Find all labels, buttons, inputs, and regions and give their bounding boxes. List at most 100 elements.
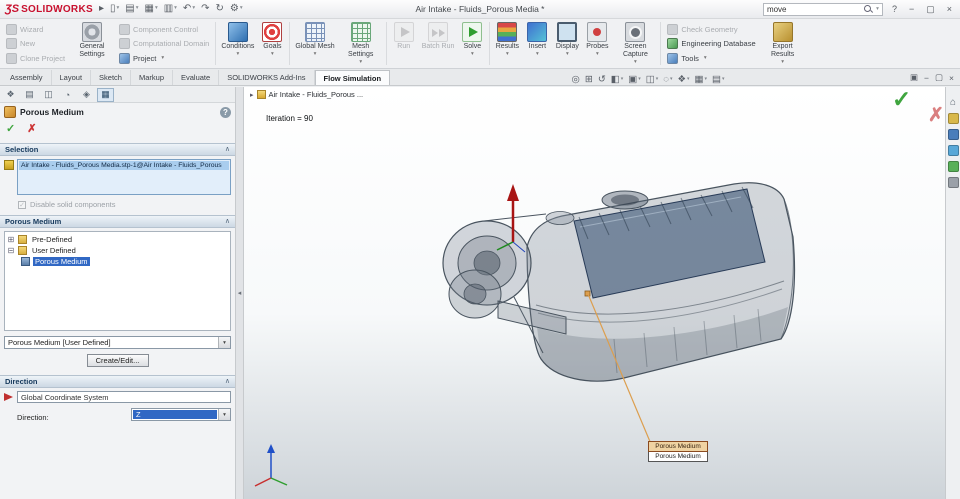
tab-flow-simulation[interactable]: Flow Simulation (315, 70, 391, 85)
selection-listbox[interactable]: Air Intake - Fluids_Porous Media.stp-1@A… (17, 159, 231, 195)
ribbon-item-computational-domain[interactable]: Computational Domain (119, 37, 209, 51)
search-input[interactable] (767, 5, 860, 14)
tree-item-user-defined[interactable]: User Defined (7, 245, 228, 256)
graphics-viewport[interactable]: Air Intake - Fluids_Porous ... Iteration… (244, 87, 945, 499)
selection-list-item[interactable]: Air Intake - Fluids_Porous Media.stp-1@A… (19, 161, 229, 170)
confirm-ok-button[interactable] (892, 87, 911, 112)
expand-icon[interactable] (7, 236, 15, 244)
breadcrumb[interactable]: Air Intake - Fluids_Porous ... (250, 90, 363, 99)
ribbon-item-engineering-database[interactable]: Engineering Database (667, 37, 755, 51)
search-chevron-icon[interactable]: ▾ (876, 6, 879, 12)
zoom-fit-icon[interactable] (572, 75, 580, 85)
menu-expand-icon[interactable] (99, 4, 104, 14)
undo-button[interactable]: ▾ (183, 4, 195, 14)
chevron-down-icon[interactable] (218, 337, 230, 348)
leader-anchor[interactable] (585, 291, 590, 296)
ribbon-item-wizard[interactable]: Wizard (6, 22, 65, 36)
search-icon[interactable] (863, 4, 873, 14)
custom-properties-icon[interactable] (948, 177, 959, 188)
tab-layout[interactable]: Layout (52, 70, 92, 85)
design-library-icon[interactable] (948, 113, 959, 124)
display-style-icon[interactable] (646, 75, 655, 85)
feature-manager-tab[interactable]: ❖ (2, 88, 19, 102)
tab-solidworks-add-ins[interactable]: SOLIDWORKS Add-Ins (219, 70, 314, 85)
ribbon-button-mesh-settings[interactable]: Mesh Settings▾ (338, 20, 384, 67)
ribbon-button-global-mesh[interactable]: Global Mesh▾ (292, 20, 337, 67)
callout-row-selected[interactable]: Porous Medium (648, 441, 708, 452)
file-explorer-icon[interactable] (948, 129, 959, 140)
chevron-down-icon[interactable]: ▾ (634, 59, 637, 66)
chevron-down-icon[interactable]: ▾ (566, 51, 569, 58)
tab-markup[interactable]: Markup (131, 70, 173, 85)
ribbon-item-clone-project[interactable]: Clone Project (6, 51, 65, 65)
options-button[interactable]: ▾ (230, 4, 243, 14)
callout-row[interactable]: Porous Medium (648, 452, 708, 462)
tree-item-porous-medium[interactable]: Porous Medium (7, 256, 228, 267)
ribbon-button-run[interactable]: Run (389, 20, 419, 67)
help-button[interactable]: ? (889, 5, 900, 14)
collapse-chevron-icon[interactable] (225, 218, 230, 225)
direction-section-header[interactable]: Direction (0, 375, 235, 388)
chevron-down-icon[interactable]: ▾ (596, 51, 599, 58)
chevron-down-icon[interactable]: ▾ (536, 51, 539, 58)
chevron-down-icon[interactable] (218, 409, 230, 420)
collapse-icon[interactable] (7, 247, 15, 255)
tab-assembly[interactable]: Assembly (2, 70, 52, 85)
ribbon-item-component-control[interactable]: Component Control (119, 22, 209, 36)
restore-button[interactable]: ▢ (923, 5, 938, 14)
tree-item-pre-defined[interactable]: Pre-Defined (7, 234, 228, 245)
apply-scene-icon[interactable] (695, 75, 704, 85)
ribbon-button-conditions[interactable]: Conditions▾ (218, 20, 257, 67)
section-view-icon[interactable] (611, 75, 620, 85)
ribbon-button-batch-run[interactable]: Batch Run (419, 20, 458, 67)
document-minimize-icon[interactable]: − (924, 73, 929, 83)
document-restore-icon[interactable]: ▢ (935, 72, 943, 83)
cancel-button[interactable] (27, 124, 36, 135)
minimize-button[interactable]: − (906, 5, 917, 14)
chevron-down-icon[interactable]: ▾ (314, 51, 317, 58)
ribbon-button-probes[interactable]: Probes▾ (582, 20, 612, 67)
porous-medium-tree[interactable]: Pre-Defined User Defined Porous Medium (4, 231, 231, 331)
display-manager-tab[interactable]: ◈ (78, 88, 95, 102)
print-button[interactable]: ▾ (164, 4, 177, 14)
coordinate-system-field[interactable]: Global Coordinate System (17, 391, 231, 403)
disable-solid-components-checkbox[interactable]: Disable solid components (18, 200, 231, 209)
ribbon-item-new[interactable]: New (6, 37, 65, 51)
porous-medium-combobox[interactable]: Porous Medium [User Defined] (4, 336, 231, 349)
redo-button[interactable] (201, 4, 209, 14)
home-icon[interactable] (950, 97, 956, 108)
ribbon-button-general-settings[interactable]: General Settings (69, 20, 115, 67)
chevron-down-icon[interactable]: ▾ (471, 51, 474, 58)
document-close-icon[interactable]: × (949, 73, 954, 83)
view-orientation-icon[interactable] (628, 75, 637, 85)
chevron-down-icon[interactable]: ▾ (271, 51, 274, 58)
selection-section-header[interactable]: Selection (0, 143, 235, 156)
porous-medium-section-header[interactable]: Porous Medium (0, 215, 235, 228)
chevron-down-icon[interactable]: ▾ (506, 51, 509, 58)
previous-view-icon[interactable] (598, 75, 606, 85)
ribbon-button-insert[interactable]: Insert▾ (522, 20, 552, 67)
panel-splitter[interactable] (236, 87, 244, 499)
model-3d-view[interactable] (244, 87, 945, 499)
ribbon-item-tools[interactable]: Tools▾ (667, 51, 755, 65)
dimxpert-manager-tab[interactable]: ◔ (59, 88, 76, 102)
help-icon[interactable]: ? (220, 107, 231, 118)
ribbon-button-goals[interactable]: Goals▾ (257, 20, 287, 67)
open-button[interactable]: ▾ (125, 4, 138, 14)
chevron-down-icon[interactable]: ▾ (781, 59, 784, 66)
ribbon-button-solve[interactable]: Solve▾ (457, 20, 487, 67)
ribbon-button-export-results[interactable]: Export Results▾ (760, 20, 806, 67)
new-document-button[interactable]: ▾ (110, 4, 119, 14)
zoom-area-icon[interactable] (585, 75, 593, 85)
ribbon-button-display[interactable]: Display▾ (552, 20, 582, 67)
edit-appearance-icon[interactable] (677, 75, 686, 85)
view-settings-icon[interactable] (712, 75, 721, 85)
collapse-panel-icon[interactable] (238, 289, 242, 297)
ribbon-button-results[interactable]: Results▾ (492, 20, 522, 67)
collapse-chevron-icon[interactable] (225, 146, 230, 153)
porous-medium-callout[interactable]: Porous Medium Porous Medium (648, 441, 708, 462)
collapse-chevron-icon[interactable] (225, 378, 230, 385)
command-search[interactable]: ▾ (763, 3, 883, 16)
property-manager-tab[interactable]: ▤ (21, 88, 38, 102)
flyout-tree-arrow-icon[interactable] (250, 91, 254, 99)
